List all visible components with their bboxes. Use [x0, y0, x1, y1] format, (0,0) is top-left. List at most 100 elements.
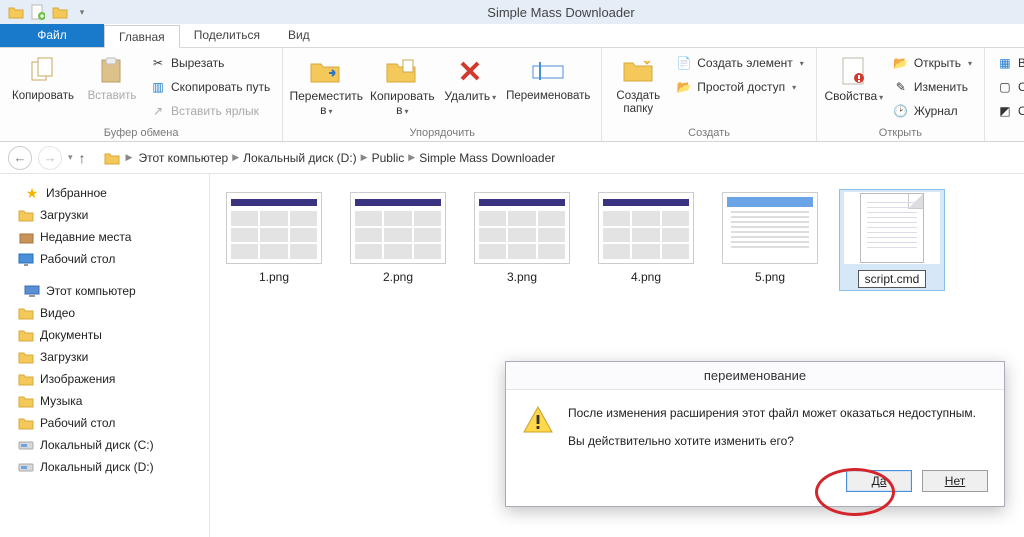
dialog-message: После изменения расширения этот файл мож… [568, 404, 976, 460]
sidebar-item[interactable]: Локальный диск (C:) [4, 434, 205, 456]
easy-access-icon: 📂 [676, 79, 692, 95]
sidebar-item[interactable]: Рабочий стол [4, 412, 205, 434]
file-thumbnail [598, 192, 694, 264]
forward-button[interactable]: → [38, 146, 62, 170]
file-thumbnail [722, 192, 818, 264]
file-name: 2.png [383, 270, 413, 284]
drive-icon [18, 437, 34, 453]
file-name: 3.png [507, 270, 537, 284]
folder-icon [18, 349, 34, 365]
no-button[interactable]: Нет [922, 470, 988, 492]
file-item[interactable]: 2.png [346, 192, 450, 288]
group-label-open: Открыть [825, 125, 976, 139]
group-label-new: Создать [610, 125, 808, 139]
properties-icon [837, 54, 871, 88]
sidebar-item[interactable]: Документы [4, 324, 205, 346]
folder-icon [6, 2, 26, 22]
recent-dropdown-icon[interactable]: ▾ [68, 152, 73, 163]
copy-path-icon: ▥ [150, 79, 166, 95]
sidebar-item[interactable]: Загрузки [4, 346, 205, 368]
file-item[interactable]: 5.png [718, 192, 822, 288]
file-item[interactable]: script.cmd [840, 190, 944, 290]
new-item-button[interactable]: 📄 Создать элемент▾ [672, 52, 808, 74]
edit-button[interactable]: ✎ Изменить [889, 76, 976, 98]
sidebar-item-thispc[interactable]: Этот компьютер [4, 280, 205, 302]
file-thumbnail [350, 192, 446, 264]
history-button[interactable]: 🕑 Журнал [889, 100, 976, 122]
breadcrumb-segment[interactable]: Public [372, 151, 405, 165]
group-clipboard: Копировать Вставить ✂ Вырезать ▥ Скопиро… [0, 48, 283, 141]
file-name: 4.png [631, 270, 661, 284]
select-all-icon: ▦ [997, 55, 1013, 71]
properties-button[interactable]: Свойства▾ [825, 52, 883, 104]
shortcut-icon: ↗ [150, 103, 166, 119]
breadcrumb-segment[interactable]: Локальный диск (D:) [243, 151, 357, 165]
new-file-icon[interactable] [28, 2, 48, 22]
chevron-right-icon[interactable]: ▶ [232, 152, 239, 163]
window-title: Simple Mass Downloader [98, 5, 1024, 20]
chevron-right-icon[interactable]: ▶ [408, 152, 415, 163]
tab-view[interactable]: Вид [274, 24, 324, 47]
qat-dropdown-icon[interactable]: ▾ [72, 2, 92, 22]
select-none-button[interactable]: ▢ Снять в [993, 76, 1024, 98]
tab-file[interactable]: Файл [0, 24, 104, 47]
select-all-button[interactable]: ▦ Выделить [993, 52, 1024, 74]
chevron-right-icon[interactable]: ▶ [126, 152, 133, 163]
tab-home[interactable]: Главная [104, 25, 180, 48]
cut-button[interactable]: ✂ Вырезать [146, 52, 274, 74]
file-name: 5.png [755, 270, 785, 284]
rename-button[interactable]: Переименовать [503, 52, 593, 103]
new-folder-icon [621, 54, 655, 88]
ribbon-tabs: Файл Главная Поделиться Вид [0, 24, 1024, 48]
navigation-pane: ★ Избранное ЗагрузкиНедавние местаРабочи… [0, 174, 210, 537]
copy-button[interactable]: Копировать [8, 52, 78, 103]
folder-icon [50, 2, 70, 22]
delete-button[interactable]: Удалить▾ [443, 52, 497, 104]
sidebar-item[interactable]: Недавние места [4, 226, 205, 248]
history-icon: 🕑 [893, 103, 909, 119]
ribbon: Копировать Вставить ✂ Вырезать ▥ Скопиро… [0, 48, 1024, 142]
star-icon: ★ [24, 185, 40, 201]
quick-access-toolbar: ▾ [0, 2, 98, 22]
drive-icon [18, 459, 34, 475]
chevron-right-icon[interactable]: ▶ [361, 152, 368, 163]
folder-icon [18, 415, 34, 431]
easy-access-button[interactable]: 📂 Простой доступ▾ [672, 76, 808, 98]
copy-path-button[interactable]: ▥ Скопировать путь [146, 76, 274, 98]
favorites-group: ★ Избранное ЗагрузкиНедавние местаРабочи… [4, 182, 205, 270]
paste-shortcut-button[interactable]: ↗ Вставить ярлык [146, 100, 274, 122]
file-item[interactable]: 1.png [222, 192, 326, 288]
tab-share[interactable]: Поделиться [180, 24, 274, 47]
open-button[interactable]: 📂 Открыть▾ [889, 52, 976, 74]
file-thumbnail [474, 192, 570, 264]
back-button[interactable]: ← [8, 146, 32, 170]
file-name: script.cmd [858, 270, 927, 288]
open-icon: 📂 [893, 55, 909, 71]
sidebar-item-favorites[interactable]: ★ Избранное [4, 182, 205, 204]
rename-icon [531, 54, 565, 88]
up-button[interactable]: ↑ [79, 150, 86, 166]
sidebar-item[interactable]: Изображения [4, 368, 205, 390]
breadcrumb-segment[interactable]: Этот компьютер [138, 151, 228, 165]
sidebar-item[interactable]: Музыка [4, 390, 205, 412]
sidebar-item[interactable]: Рабочий стол [4, 248, 205, 270]
file-thumbnail [844, 192, 940, 264]
copy-to-icon [385, 54, 419, 88]
sidebar-item[interactable]: Видео [4, 302, 205, 324]
rename-dialog: переименование После изменения расширени… [505, 361, 1005, 507]
paste-button[interactable]: Вставить [84, 52, 140, 103]
yes-button[interactable]: Да [846, 470, 912, 492]
invert-selection-button[interactable]: ◩ Обрати [993, 100, 1024, 122]
sidebar-item[interactable]: Загрузки [4, 204, 205, 226]
move-to-icon [309, 54, 343, 88]
edit-icon: ✎ [893, 79, 909, 95]
warning-icon [522, 404, 554, 436]
new-folder-button[interactable]: Создать папку [610, 52, 666, 116]
move-to-button[interactable]: Переместить в▾ [291, 52, 361, 118]
folder-icon [18, 327, 34, 343]
file-item[interactable]: 4.png [594, 192, 698, 288]
file-item[interactable]: 3.png [470, 192, 574, 288]
breadcrumb-segment[interactable]: Simple Mass Downloader [419, 151, 555, 165]
sidebar-item[interactable]: Локальный диск (D:) [4, 456, 205, 478]
copy-to-button[interactable]: Копировать в▾ [367, 52, 437, 118]
